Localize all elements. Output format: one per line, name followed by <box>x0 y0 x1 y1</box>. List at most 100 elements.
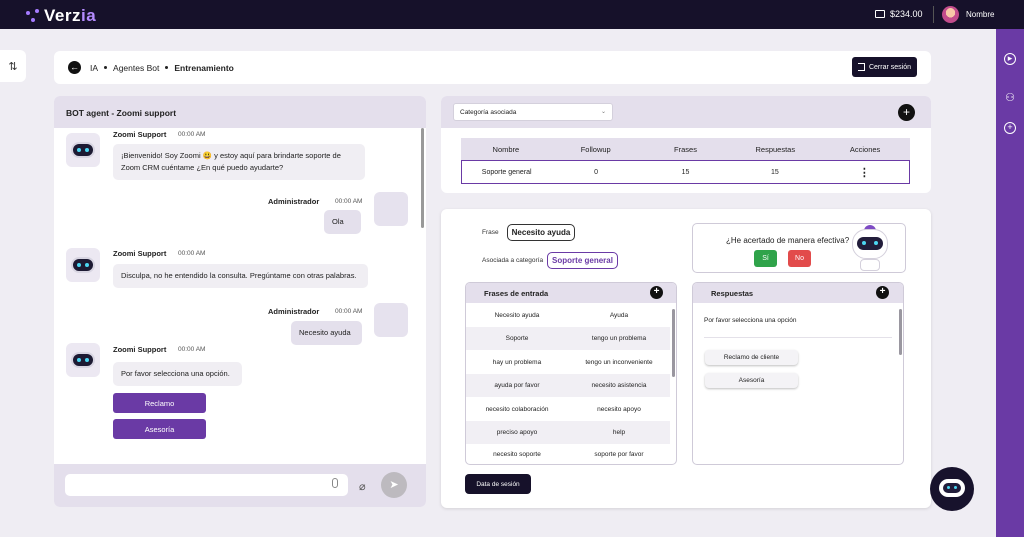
robot-visor <box>943 483 961 493</box>
categoria-pill[interactable]: Soporte general <box>547 252 618 269</box>
logout-button[interactable]: Cerrar sesión <box>852 57 917 77</box>
categoria-label: Asociada a categoría <box>482 257 544 264</box>
logo-mark-icon <box>26 9 40 23</box>
table-row[interactable]: Soporte general 0 15 15 ⋮ <box>461 160 910 184</box>
list-item[interactable]: necesito colaboración necesito apoyo <box>466 398 670 421</box>
logo[interactable]: Verz ia <box>26 6 96 26</box>
message-sender: Zoomi Support <box>113 130 167 139</box>
category-select[interactable]: Categoría asociada ⌄ <box>453 103 613 121</box>
respuestas-scrollbar[interactable] <box>899 309 902 355</box>
page-header: ← IA Agentes Bot Entrenamiento Cerrar se… <box>54 51 931 84</box>
training-panel: Frase Necesito ayuda Asociada a categorí… <box>441 209 931 508</box>
bot-avatar <box>66 133 100 167</box>
category-select-value: Categoría asociada <box>460 109 517 116</box>
frase-cell: soporte por favor <box>594 451 644 458</box>
balance-amount: $234.00 <box>890 9 923 19</box>
logo-text-accent: ia <box>80 6 97 25</box>
message-time: 00:00 AM <box>335 308 363 315</box>
message-input[interactable] <box>65 474 348 496</box>
column-header: Frases <box>674 144 697 154</box>
breadcrumb-item-entrenamiento: Entrenamiento <box>174 63 234 73</box>
frase-cell: preciso apoyo <box>496 429 538 436</box>
frase-cell: Ayuda <box>609 312 629 319</box>
user-avatar <box>942 6 959 23</box>
message-time: 00:00 AM <box>178 250 206 257</box>
category-panel: Categoría asociada ⌄ + Nombre Followup F… <box>441 96 931 193</box>
list-item[interactable]: Necesito ayuda Ayuda <box>466 304 670 327</box>
list-item[interactable]: preciso apoyo help <box>466 421 670 444</box>
route-icon: ⇅ <box>8 60 18 73</box>
message-sender: Zoomi Support <box>113 345 167 354</box>
attachment-icon[interactable]: ⌀ <box>359 480 366 493</box>
table-header: Nombre Followup Frases Respuestas Accion… <box>461 138 910 160</box>
sidebar-toggle[interactable]: ⇅ <box>0 50 26 82</box>
chat-panel: BOT agent - Zoomi support Zoomi Support … <box>54 96 426 507</box>
breadcrumb: IA Agentes Bot Entrenamiento <box>90 63 234 73</box>
frases-scrollbar[interactable] <box>672 309 675 377</box>
list-item[interactable]: necesito soporte soporte por favor <box>466 443 670 464</box>
arrow-left-icon: ← <box>70 62 79 72</box>
frase-cell: hay un problema <box>492 359 542 366</box>
bot-avatar <box>66 248 100 282</box>
message-bubble: Disculpa, no he entendido la consulta. P… <box>113 264 368 288</box>
user-menu[interactable]: Nombre <box>942 6 994 23</box>
respuesta-option-asesoria[interactable]: Asesoría <box>705 373 798 388</box>
list-item[interactable]: ayuda por favor necesito asistencia <box>466 374 670 397</box>
option-button-asesoria[interactable]: Asesoría <box>113 419 206 439</box>
chevron-down-icon: ⌄ <box>600 109 606 115</box>
list-item[interactable]: Soporte tengo un problema <box>466 327 670 350</box>
column-header: Nombre <box>492 144 520 154</box>
frase-cell: necesito soporte <box>493 451 541 458</box>
balance-display[interactable]: $234.00 <box>875 9 923 19</box>
respuestas-title: Respuestas + <box>693 283 903 303</box>
frase-cell: Soporte <box>505 335 529 342</box>
frase-cell: tengo un inconveniente <box>585 359 653 366</box>
message-sender: Administrador <box>268 307 320 316</box>
cell-nombre: Soporte general <box>481 168 532 176</box>
frase-cell: necesito asistencia <box>591 382 647 389</box>
option-button-reclamo[interactable]: Reclamo <box>113 393 206 413</box>
add-user-icon[interactable]: ⚇ <box>1004 93 1016 106</box>
logout-icon <box>857 63 865 71</box>
message-bubble: Necesito ayuda <box>291 321 362 345</box>
respuesta-option-reclamo[interactable]: Reclamo de cliente <box>705 350 798 365</box>
microphone-icon[interactable] <box>332 478 338 488</box>
right-toolbar: ▸ ⚇ + <box>996 29 1024 537</box>
list-item[interactable]: hay un problema tengo un inconveniente <box>466 351 670 374</box>
category-table: Nombre Followup Frases Respuestas Accion… <box>461 138 910 184</box>
wallet-icon <box>875 10 885 18</box>
robot-icon <box>71 142 95 158</box>
respuestas-title-text: Respuestas <box>711 289 754 298</box>
message-time: 00:00 AM <box>178 131 206 138</box>
play-icon[interactable]: ▸ <box>1004 53 1016 65</box>
breadcrumb-separator <box>165 66 169 69</box>
bot-chat-launcher[interactable] <box>930 467 974 511</box>
add-category-button[interactable]: + <box>898 104 915 121</box>
back-button[interactable]: ← <box>68 61 81 74</box>
chat-messages[interactable]: Zoomi Support 00:00 AM ¡Bienvenido! Soy … <box>54 128 426 464</box>
row-actions-kebab-icon[interactable]: ⋮ <box>820 161 909 183</box>
logo-text: Verz <box>44 6 81 25</box>
breadcrumb-item-ia[interactable]: IA <box>90 63 98 73</box>
message-bubble: Ola <box>324 210 361 234</box>
top-navbar: Verz ia $234.00 Nombre <box>0 0 1024 29</box>
chat-title: BOT agent - Zoomi support <box>54 96 426 128</box>
breadcrumb-item-agentes-bot[interactable]: Agentes Bot <box>113 63 159 73</box>
session-data-button[interactable]: Data de sesión <box>465 474 531 494</box>
frases-title: Frases de entrada + <box>466 283 676 303</box>
add-frase-button[interactable]: + <box>650 286 663 299</box>
chat-scrollbar[interactable] <box>421 128 424 228</box>
admin-avatar <box>374 303 408 337</box>
message-time: 00:00 AM <box>335 198 363 205</box>
add-circle-icon[interactable]: + <box>1004 122 1016 134</box>
frase-pill[interactable]: Necesito ayuda <box>507 224 575 241</box>
frase-cell: necesito colaboración <box>485 406 549 413</box>
chat-composer: ⌀ ➤ <box>54 464 426 507</box>
send-button[interactable]: ➤ <box>381 472 407 498</box>
add-respuesta-button[interactable]: + <box>876 286 889 299</box>
divider <box>704 337 892 338</box>
yes-button[interactable]: Sí <box>754 250 777 267</box>
frase-cell: Necesito ayuda <box>494 312 540 319</box>
respuestas-panel: Respuestas + Por favor selecciona una op… <box>692 282 904 465</box>
no-button[interactable]: No <box>788 250 811 267</box>
